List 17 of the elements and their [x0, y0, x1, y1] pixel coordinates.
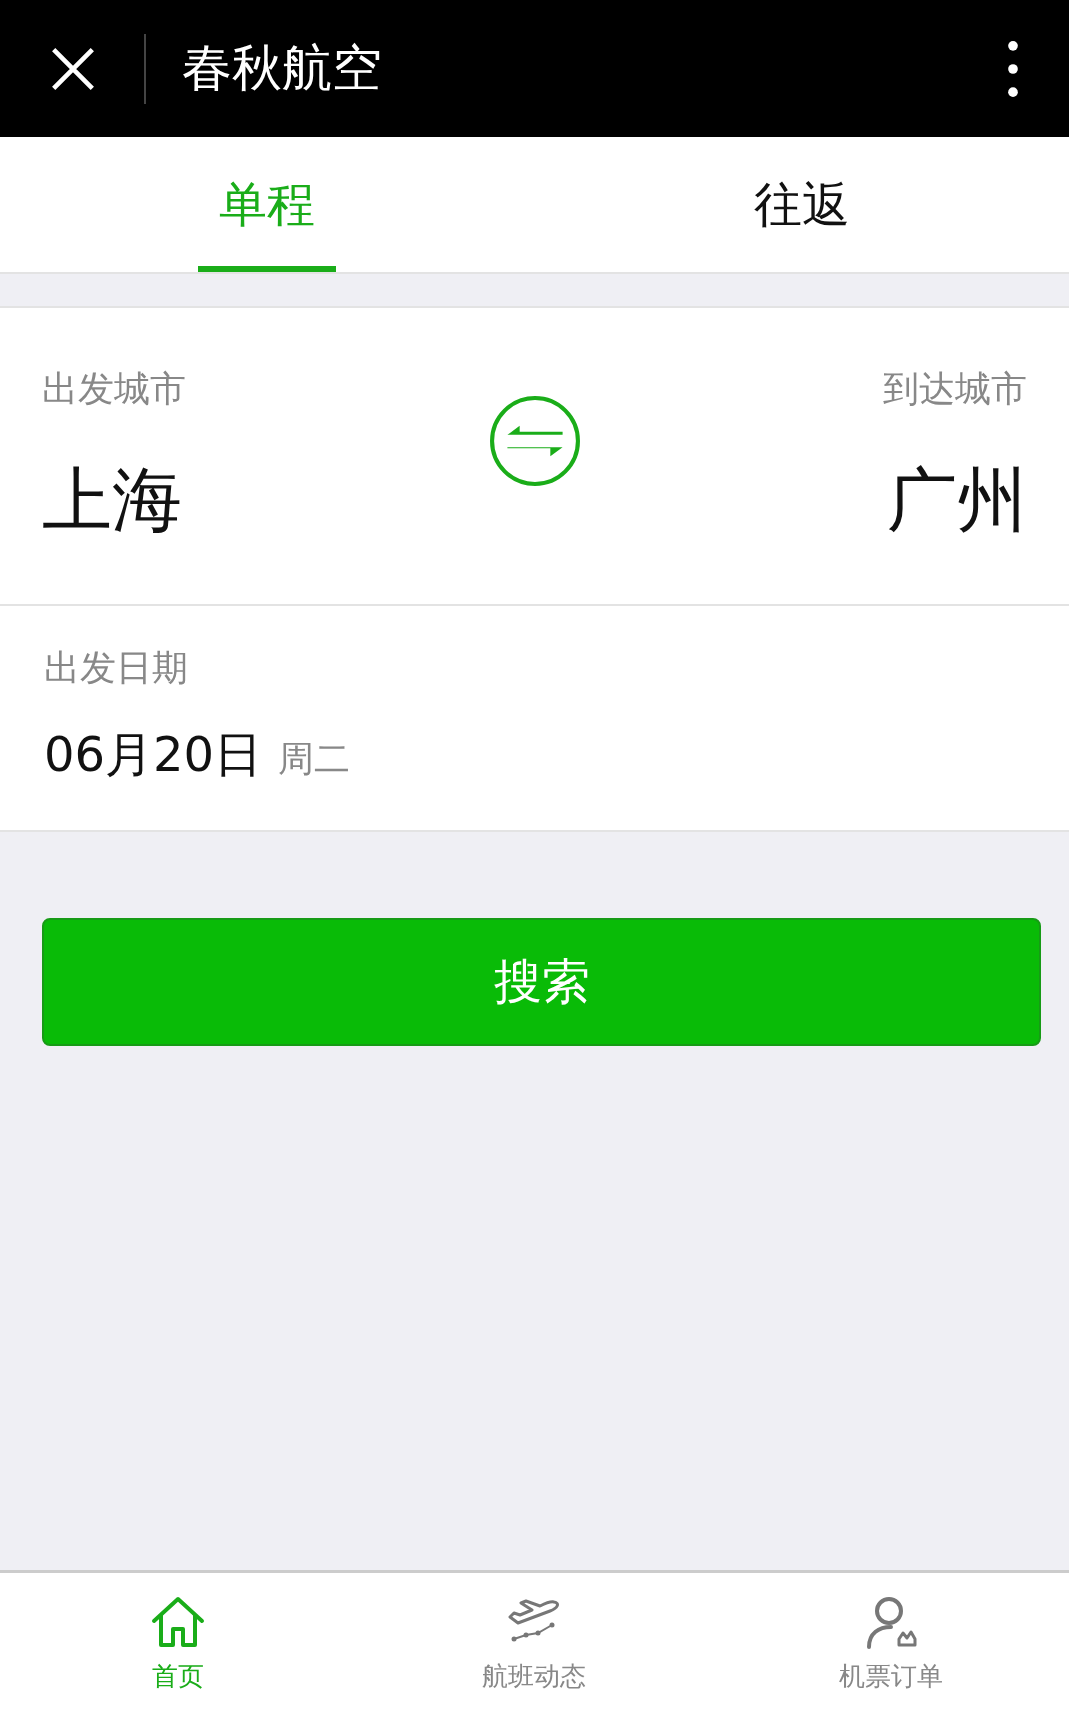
- trip-tab[interactable]: 往返: [534, 137, 1069, 272]
- date-label: 出发日期: [44, 646, 189, 690]
- nav-item[interactable]: 首页: [0, 1573, 357, 1714]
- weekday: 周二: [278, 737, 351, 781]
- search-button[interactable]: 搜索: [42, 918, 1041, 1046]
- departure-date[interactable]: 06月20日: [44, 723, 263, 787]
- arrival-city[interactable]: 广州: [887, 453, 1027, 548]
- trip-tab[interactable]: 单程: [0, 137, 535, 272]
- more-icon[interactable]: [1007, 39, 1019, 98]
- arrival-label: 到达城市: [883, 366, 1027, 411]
- departure-city[interactable]: 上海: [42, 453, 182, 548]
- page-title: 春秋航空: [182, 38, 383, 99]
- close-icon[interactable]: [50, 45, 96, 92]
- departure-label: 出发城市: [42, 366, 186, 411]
- nav-item[interactable]: 航班动态: [356, 1573, 713, 1714]
- swap-icon[interactable]: [488, 395, 581, 487]
- nav-item[interactable]: 机票订单: [712, 1573, 1069, 1714]
